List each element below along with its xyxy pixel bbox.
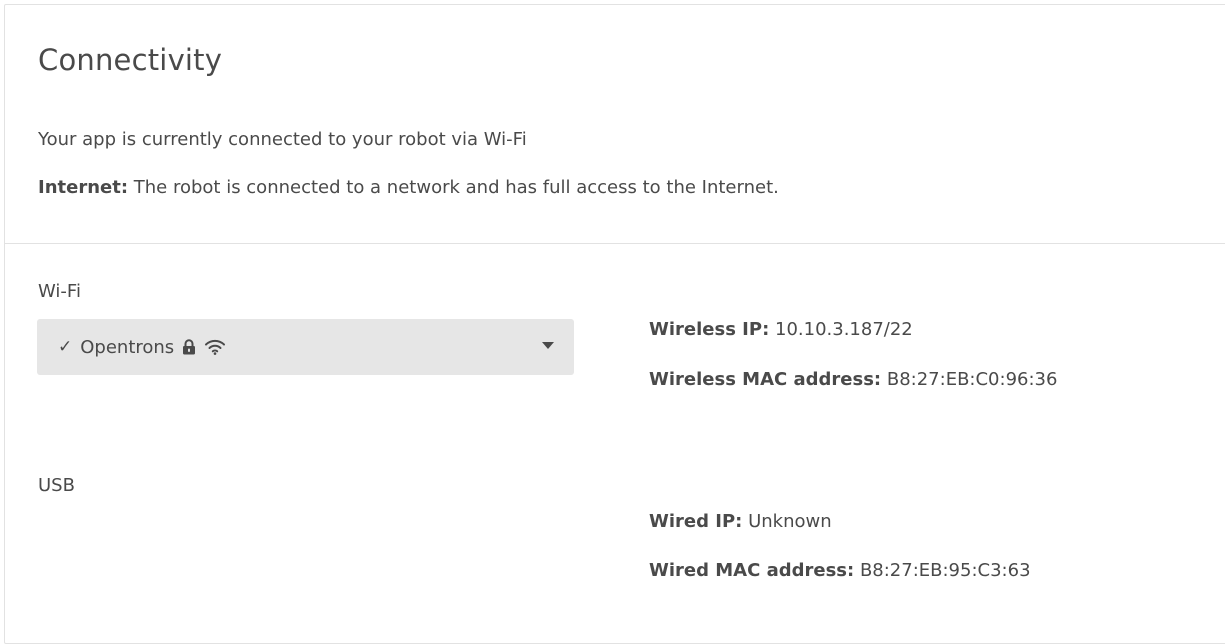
wired-ip: Wired IP: Unknown: [649, 511, 832, 532]
selected-network-name: Opentrons: [80, 336, 175, 358]
checkmark-icon: ✓: [58, 337, 73, 357]
wired-ip-label: Wired IP:: [649, 511, 743, 532]
internet-status-label: Internet:: [38, 177, 129, 198]
wireless-ip: Wireless IP: 10.10.3.187/22: [649, 319, 913, 340]
page-title: Connectivity: [38, 43, 223, 77]
connection-status-text: Your app is currently connected to your …: [38, 129, 527, 150]
connectivity-card: Connectivity Your app is currently conne…: [4, 4, 1225, 644]
wifi-signal-icon: [204, 339, 226, 355]
wireless-mac-address: Wireless MAC address: B8:27:EB:C0:96:36: [649, 369, 1057, 390]
section-divider: [5, 243, 1225, 244]
wireless-mac-value: B8:27:EB:C0:96:36: [881, 369, 1058, 390]
wifi-section-label: Wi-Fi: [38, 281, 81, 302]
internet-status: Internet: The robot is connected to a ne…: [38, 177, 779, 198]
wired-mac-address: Wired MAC address: B8:27:EB:95:C3:63: [649, 560, 1031, 581]
wifi-network-dropdown[interactable]: ✓ Opentrons: [37, 319, 574, 375]
wireless-mac-label: Wireless MAC address:: [649, 369, 882, 390]
wired-mac-value: B8:27:EB:95:C3:63: [854, 560, 1031, 581]
chevron-down-icon: [542, 342, 554, 349]
wireless-ip-label: Wireless IP:: [649, 319, 770, 340]
internet-status-text: The robot is connected to a network and …: [128, 177, 779, 198]
wired-mac-label: Wired MAC address:: [649, 560, 855, 581]
usb-section-label: USB: [38, 475, 75, 496]
lock-icon: [182, 339, 196, 355]
wireless-ip-value: 10.10.3.187/22: [769, 319, 913, 340]
wired-ip-value: Unknown: [742, 511, 832, 532]
